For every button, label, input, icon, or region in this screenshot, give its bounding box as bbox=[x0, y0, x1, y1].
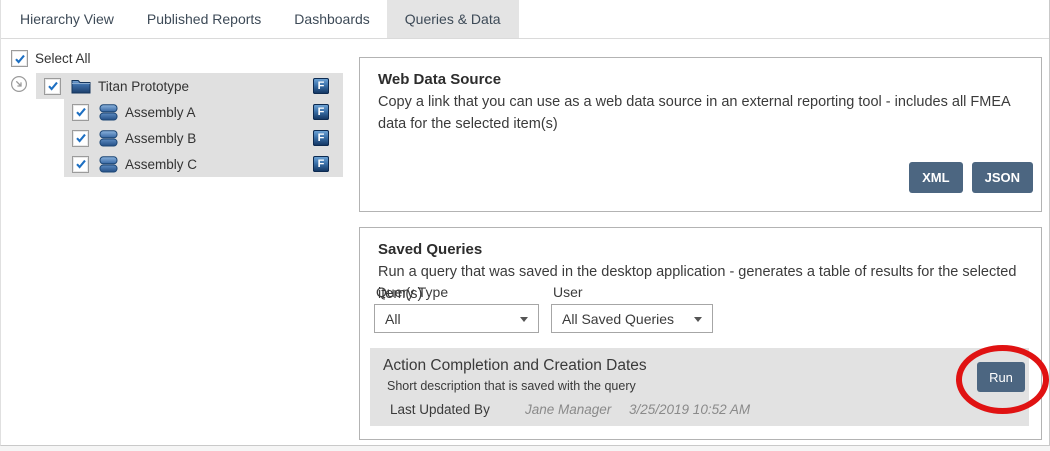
check-icon bbox=[14, 53, 26, 65]
last-updated-at: 3/25/2019 10:52 AM bbox=[629, 402, 750, 417]
collapse-node-icon[interactable] bbox=[10, 75, 28, 93]
assembly-a-checkbox[interactable] bbox=[72, 104, 89, 121]
xml-button[interactable]: XML bbox=[909, 162, 962, 193]
tab-bar: Hierarchy View Published Reports Dashboa… bbox=[1, 0, 1049, 39]
last-updated-by: Jane Manager bbox=[525, 402, 629, 417]
query-description: Short description that is saved with the… bbox=[370, 375, 1029, 393]
assembly-b-checkbox[interactable] bbox=[72, 130, 89, 147]
panel-title: Saved Queries bbox=[378, 241, 1023, 258]
tree-row-titan-prototype[interactable]: Titan Prototype F bbox=[36, 73, 343, 99]
app-window: Hierarchy View Published Reports Dashboa… bbox=[0, 0, 1050, 446]
tree-item-label: Titan Prototype bbox=[98, 79, 189, 94]
tree-item-label: Assembly C bbox=[125, 157, 197, 172]
query-title: Action Completion and Creation Dates bbox=[370, 348, 1029, 375]
tab-published-reports[interactable]: Published Reports bbox=[131, 0, 277, 38]
panel-description: Copy a link that you can use as a web da… bbox=[378, 91, 1023, 135]
tree-row-assembly-b[interactable]: Assembly B F bbox=[64, 125, 343, 151]
fmea-badge-icon[interactable]: F bbox=[313, 78, 329, 94]
check-icon bbox=[75, 106, 87, 118]
json-button[interactable]: JSON bbox=[972, 162, 1033, 193]
saved-queries-panel: Saved Queries Run a query that was saved… bbox=[359, 227, 1042, 440]
check-icon bbox=[75, 158, 87, 170]
user-select[interactable]: All Saved Queries bbox=[551, 304, 713, 333]
query-type-label: Query Type bbox=[376, 284, 539, 300]
fmea-badge-icon[interactable]: F bbox=[313, 130, 329, 146]
query-type-field: Query Type All bbox=[374, 284, 539, 333]
assembly-c-checkbox[interactable] bbox=[72, 156, 89, 173]
tree-item-label: Assembly A bbox=[125, 105, 196, 120]
run-button[interactable]: Run bbox=[977, 362, 1025, 392]
chevron-down-icon bbox=[520, 317, 528, 322]
user-value: All Saved Queries bbox=[562, 311, 674, 327]
assembly-stack-icon bbox=[99, 156, 118, 173]
titan-prototype-checkbox[interactable] bbox=[44, 78, 61, 95]
fmea-badge-icon[interactable]: F bbox=[313, 104, 329, 120]
tree-row-assembly-c[interactable]: Assembly C F bbox=[64, 151, 343, 177]
query-type-select[interactable]: All bbox=[374, 304, 539, 333]
tab-dashboards[interactable]: Dashboards bbox=[278, 0, 386, 38]
query-type-value: All bbox=[385, 311, 401, 327]
select-all-checkbox[interactable] bbox=[11, 50, 28, 67]
check-icon bbox=[75, 132, 87, 144]
export-buttons: XML JSON bbox=[909, 162, 1033, 193]
tab-queries-data[interactable]: Queries & Data bbox=[387, 0, 519, 38]
user-label: User bbox=[553, 284, 713, 300]
saved-query-row: Action Completion and Creation Dates Sho… bbox=[370, 348, 1029, 426]
assembly-stack-icon bbox=[99, 130, 118, 147]
web-data-source-panel: Web Data Source Copy a link that you can… bbox=[359, 57, 1042, 212]
tree-item-label: Assembly B bbox=[125, 131, 196, 146]
check-icon bbox=[47, 80, 59, 92]
chevron-down-icon bbox=[694, 317, 702, 322]
tree-row-assembly-a[interactable]: Assembly A F bbox=[64, 99, 343, 125]
query-filters: Query Type All User All Saved Queries bbox=[374, 284, 713, 333]
fmea-badge-icon[interactable]: F bbox=[313, 156, 329, 172]
user-field: User All Saved Queries bbox=[551, 284, 713, 333]
tab-hierarchy-view[interactable]: Hierarchy View bbox=[4, 0, 130, 38]
assembly-stack-icon bbox=[99, 104, 118, 121]
select-all-label: Select All bbox=[35, 51, 91, 66]
last-updated-label: Last Updated By bbox=[390, 402, 525, 417]
select-all-row: Select All bbox=[11, 50, 91, 67]
query-meta: Last Updated By Jane Manager 3/25/2019 1… bbox=[370, 393, 1029, 417]
folder-icon bbox=[71, 78, 91, 94]
panel-title: Web Data Source bbox=[378, 71, 1023, 88]
